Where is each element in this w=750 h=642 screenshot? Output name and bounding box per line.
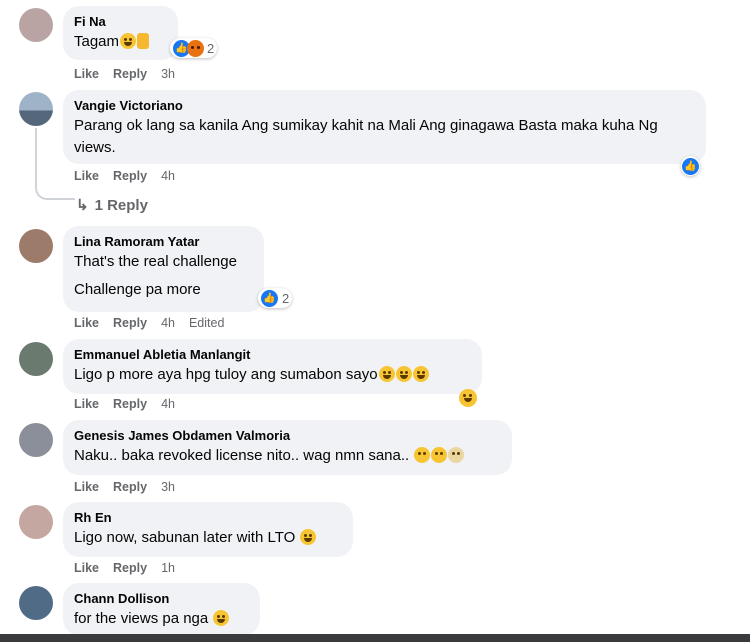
comment-bubble: Lina Ramoram Yatar That's the real chall… [63, 226, 264, 312]
comment-bubble: Rh En Ligo now, sabunan later with LTO [63, 502, 353, 557]
laughing-emoji-icon [213, 610, 230, 626]
avatar[interactable] [19, 586, 53, 620]
laughing-emoji-icon [120, 33, 137, 49]
reply-arrow-icon: ↳ [76, 197, 89, 214]
reactions-badge[interactable]: 👍 2 [258, 288, 293, 308]
avatar[interactable] [19, 423, 53, 457]
comment-text: Tagam [74, 31, 167, 53]
comment-author[interactable]: Genesis James Obdamen Valmoria [74, 427, 501, 445]
grimacing-emoji-icon [431, 447, 448, 463]
timestamp[interactable]: 4h [161, 169, 175, 183]
comment-text-second-line: Challenge pa more [74, 281, 201, 298]
reply-button[interactable]: Reply [113, 397, 147, 411]
comment-bubble: Genesis James Obdamen Valmoria Naku.. ba… [63, 420, 512, 475]
comment-bubble: Vangie Victoriano Parang ok lang sa kani… [63, 90, 706, 164]
like-button[interactable]: Like [74, 169, 99, 183]
comment-actions: Like Reply 1h [74, 561, 189, 575]
comment-actions: Like Reply 3h [74, 67, 189, 81]
comment: Lina Ramoram Yatar That's the real chall… [0, 226, 740, 336]
avatar[interactable] [19, 342, 53, 376]
timestamp[interactable]: 3h [161, 67, 175, 81]
like-reaction-icon: 👍 [261, 289, 278, 307]
comment: Emmanuel Abletia Manlangit Ligo p more a… [0, 339, 740, 419]
comment-text: Ligo now, sabunan later with LTO [74, 527, 342, 549]
like-button[interactable]: Like [74, 67, 99, 81]
like-button[interactable]: Like [74, 316, 99, 330]
like-button[interactable]: Like [74, 480, 99, 494]
comment-text: for the views pa nga [74, 608, 249, 630]
comment-bubble: Chann Dollison for the views pa nga [63, 583, 260, 635]
comment-actions: Like Reply 4h Edited [74, 316, 238, 330]
view-replies-label: 1 Reply [94, 197, 148, 214]
comment: Chann Dollison for the views pa nga [0, 583, 740, 635]
comment-actions: Like Reply 4h [74, 169, 189, 183]
laughing-emoji-icon [378, 366, 395, 382]
reply-button[interactable]: Reply [113, 561, 147, 575]
like-button[interactable]: Like [74, 397, 99, 411]
reply-button[interactable]: Reply [113, 67, 147, 81]
comment: Vangie Victoriano Parang ok lang sa kani… [0, 84, 740, 214]
comment-actions: Like Reply 3h [74, 480, 189, 494]
timestamp[interactable]: 4h [161, 397, 175, 411]
comment-bubble: Emmanuel Abletia Manlangit Ligo p more a… [63, 339, 482, 394]
timestamp[interactable]: 3h [161, 480, 175, 494]
bottom-bar [0, 634, 750, 642]
like-button[interactable]: Like [74, 561, 99, 575]
comment: Fi Na Tagam 👍 2 Like Reply 3h [0, 0, 740, 84]
comment-author[interactable]: Lina Ramoram Yatar [74, 233, 253, 251]
laughing-emoji-icon [412, 366, 429, 382]
angry-reaction-icon [187, 39, 204, 57]
avatar[interactable] [19, 8, 53, 42]
thread-connector [35, 184, 75, 200]
comment-bubble: Fi Na Tagam [63, 6, 178, 60]
comment: Genesis James Obdamen Valmoria Naku.. ba… [0, 420, 740, 500]
timestamp[interactable]: 4h [161, 316, 175, 330]
view-replies-link[interactable]: ↳ 1 Reply [76, 196, 148, 214]
avatar[interactable] [19, 92, 53, 126]
comment: Rh En Ligo now, sabunan later with LTO L… [0, 502, 740, 582]
laughing-emoji-icon [300, 529, 317, 545]
comment-author[interactable]: Rh En [74, 509, 342, 527]
laughing-emoji-icon [395, 366, 412, 382]
reply-button[interactable]: Reply [113, 480, 147, 494]
avatar[interactable] [19, 505, 53, 539]
reply-button[interactable]: Reply [113, 316, 147, 330]
reactions-badge[interactable]: 👍 2 [170, 38, 218, 58]
avatar[interactable] [19, 229, 53, 263]
thread-line [35, 128, 37, 184]
edited-label: Edited [188, 316, 225, 330]
like-reaction-icon: 👍 [682, 157, 699, 175]
timestamp[interactable]: 1h [161, 561, 175, 575]
comment-text: Naku.. baka revoked license nito.. wag n… [74, 445, 501, 467]
reaction-count: 2 [207, 40, 215, 56]
comment-author[interactable]: Fi Na [74, 13, 167, 31]
reactions-badge[interactable]: 👍 [681, 156, 700, 176]
comment-text: That's the real challenge [74, 253, 237, 270]
grimacing-emoji-icon [414, 447, 431, 463]
comment-author[interactable]: Emmanuel Abletia Manlangit [74, 346, 471, 364]
comment-text: Parang ok lang sa kanila Ang sumikay kah… [74, 117, 658, 156]
thumbs-down-emoji-icon [137, 33, 150, 49]
laughing-emoji-icon [459, 389, 477, 407]
comment-author[interactable]: Vangie Victoriano [74, 97, 695, 115]
comment-text: Ligo p more aya hpg tuloy ang sumabon sa… [74, 364, 471, 386]
reply-button[interactable]: Reply [113, 169, 147, 183]
comment-actions: Like Reply 4h [74, 397, 189, 411]
reaction-count: 2 [282, 290, 290, 306]
comment-author[interactable]: Chann Dollison [74, 590, 249, 608]
scared-emoji-icon [448, 447, 465, 463]
